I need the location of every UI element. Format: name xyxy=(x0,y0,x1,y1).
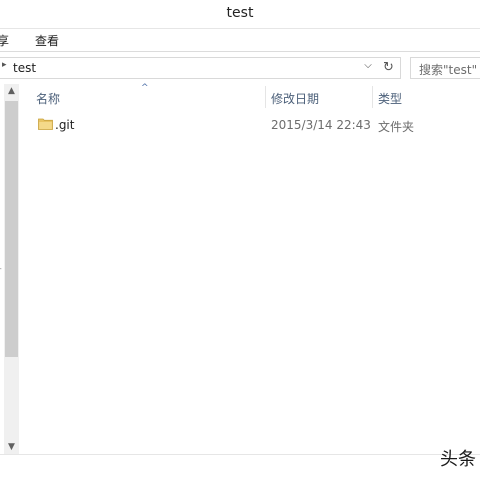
file-type: 文件夹 xyxy=(378,120,415,134)
folder-icon xyxy=(38,118,53,130)
file-date: 2015/3/14 22:43 xyxy=(271,118,371,132)
refresh-icon: ↻ xyxy=(383,60,394,75)
navigation-scrollbar[interactable]: ▲ ▼ xyxy=(4,84,19,454)
column-header: ^ 名称 修改日期 类型 xyxy=(20,83,480,110)
column-date-modified[interactable]: 修改日期 xyxy=(271,90,319,107)
tab-share[interactable]: 享 xyxy=(0,32,9,49)
address-dropdown-icon[interactable]: ⌵ xyxy=(362,60,374,71)
column-name[interactable]: 名称 xyxy=(36,90,60,107)
nav-pane-edge-glyph: r xyxy=(0,266,1,275)
sort-ascending-icon: ^ xyxy=(141,83,149,93)
refresh-button[interactable]: ↻ xyxy=(377,57,401,79)
address-path[interactable]: test xyxy=(13,61,36,75)
status-bar xyxy=(0,454,480,480)
file-name: .git xyxy=(55,118,75,132)
breadcrumb-chevron-icon[interactable]: ▸ xyxy=(2,60,7,70)
watermark-text: 头条 xyxy=(440,449,476,470)
column-divider[interactable] xyxy=(265,86,266,108)
search-placeholder: 搜索"test" xyxy=(419,63,478,77)
file-list: ^ 名称 修改日期 类型 .git 2015/3/14 22:43 文件夹 xyxy=(20,83,480,454)
column-type[interactable]: 类型 xyxy=(378,90,402,107)
title-bar: test xyxy=(0,0,480,29)
scroll-down-arrow-icon[interactable]: ▼ xyxy=(4,442,19,452)
column-divider[interactable] xyxy=(372,86,373,108)
file-row[interactable]: .git 2015/3/14 22:43 文件夹 xyxy=(20,114,480,136)
address-row: ▸ test ⌵ ↻ 搜索"test" xyxy=(0,53,480,83)
tab-view[interactable]: 查看 xyxy=(35,32,59,49)
scrollbar-thumb[interactable] xyxy=(5,101,18,357)
search-box[interactable]: 搜索"test" xyxy=(410,57,480,79)
window-title: test xyxy=(226,5,254,21)
ribbon-tabs: 享 查看 xyxy=(0,29,480,52)
address-bar[interactable]: ▸ test ⌵ xyxy=(0,57,378,79)
scroll-up-arrow-icon[interactable]: ▲ xyxy=(4,86,19,96)
